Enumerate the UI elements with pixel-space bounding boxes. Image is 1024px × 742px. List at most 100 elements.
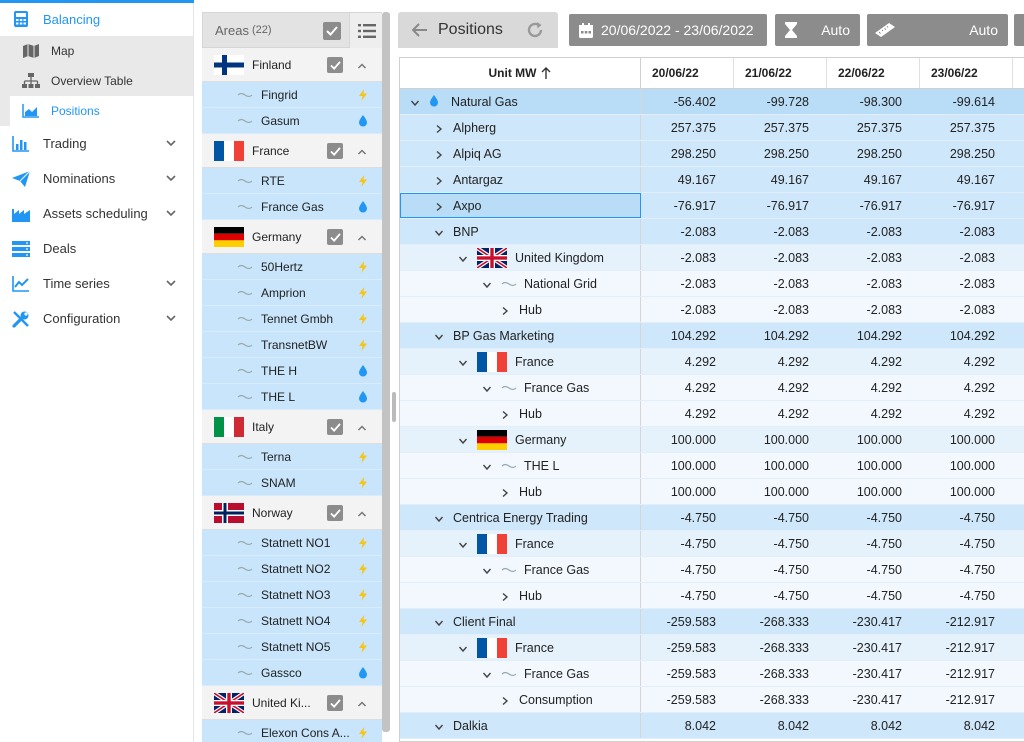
value-cell[interactable]: -4.750 [725, 505, 818, 530]
area-tso-item[interactable]: Statnett NO4 [202, 608, 382, 634]
date-column-header[interactable]: 23/06/22 [920, 58, 1013, 88]
row-label-cell[interactable]: Hub [400, 583, 641, 608]
value-cell[interactable]: 100.000 [818, 453, 911, 478]
row-label-cell[interactable]: France Gas [400, 375, 641, 400]
value-cell[interactable]: -230.417 [818, 661, 911, 686]
chevron-down-icon[interactable] [482, 669, 492, 679]
date-column-header[interactable]: 22/06/22 [827, 58, 920, 88]
table-row[interactable]: France 4.292 4.292 4.292 4.292 [400, 349, 1024, 375]
table-row[interactable]: Dalkia 8.042 8.042 8.042 8.042 [400, 713, 1024, 739]
value-cell[interactable]: -99.614 [911, 89, 1004, 114]
chevron-up-icon[interactable] [357, 232, 367, 242]
value-cell[interactable]: -98.300 [818, 89, 911, 114]
area-checkbox[interactable] [327, 57, 343, 73]
chevron-down-icon[interactable] [434, 331, 444, 341]
area-tso-item[interactable]: Amprion [202, 280, 382, 306]
chevron-down-icon[interactable] [482, 383, 492, 393]
value-cell[interactable]: 4.292 [818, 375, 911, 400]
row-label-cell[interactable]: BNP [400, 219, 641, 244]
value-cell[interactable]: 100.000 [641, 427, 725, 452]
value-cell[interactable]: 100.000 [725, 427, 818, 452]
value-cell[interactable]: -259.583 [641, 687, 725, 712]
date-column-header[interactable]: 21/06/22 [734, 58, 827, 88]
more-options-button[interactable] [1014, 14, 1024, 46]
area-tso-item[interactable]: Statnett NO2 [202, 556, 382, 582]
value-cell[interactable]: 100.000 [725, 479, 818, 504]
nav-item-nominations[interactable]: Nominations [0, 161, 193, 196]
area-country-uk[interactable]: United Ki... [202, 686, 382, 720]
value-cell[interactable]: 8.042 [641, 713, 725, 738]
chevron-right-icon[interactable] [500, 305, 510, 315]
chevron-down-icon[interactable] [434, 721, 444, 731]
panel-splitter[interactable] [392, 392, 396, 422]
chevron-right-icon[interactable] [434, 201, 444, 211]
value-cell[interactable]: -4.750 [725, 583, 818, 608]
row-label-cell[interactable]: France [400, 349, 641, 374]
value-cell[interactable]: -76.917 [911, 193, 1004, 218]
area-checkbox[interactable] [327, 229, 343, 245]
value-cell[interactable]: -4.750 [641, 583, 725, 608]
value-cell[interactable]: -4.750 [818, 505, 911, 530]
value-cell[interactable]: 257.375 [725, 115, 818, 140]
value-cell[interactable]: -4.750 [818, 557, 911, 582]
area-tso-item[interactable]: Fingrid [202, 82, 382, 108]
chevron-right-icon[interactable] [500, 591, 510, 601]
table-row[interactable]: France Gas 4.292 4.292 4.292 4.292 [400, 375, 1024, 401]
value-cell[interactable]: 8.042 [911, 713, 1004, 738]
value-cell[interactable]: -212.917 [911, 661, 1004, 686]
chevron-right-icon[interactable] [434, 123, 444, 133]
table-row[interactable]: Hub -4.750 -4.750 -4.750 -4.750 [400, 583, 1024, 609]
value-cell[interactable]: -230.417 [818, 609, 911, 634]
value-cell[interactable]: 49.167 [725, 167, 818, 192]
area-tso-item[interactable]: THE L [202, 384, 382, 410]
value-cell[interactable]: -2.083 [818, 271, 911, 296]
value-cell[interactable]: 257.375 [911, 115, 1004, 140]
area-country-norway[interactable]: Norway [202, 496, 382, 530]
row-label-cell[interactable]: United Kingdom [400, 245, 641, 270]
table-row[interactable]: France Gas -259.583 -268.333 -230.417 -212.9… [400, 661, 1024, 687]
area-tso-item[interactable]: Terna [202, 444, 382, 470]
chevron-up-icon[interactable] [357, 422, 367, 432]
area-tso-item[interactable]: Elexon Cons A... [202, 720, 382, 742]
value-cell[interactable]: -268.333 [725, 661, 818, 686]
area-tso-item[interactable]: France Gas [202, 194, 382, 220]
value-cell[interactable]: 8.042 [818, 713, 911, 738]
chevron-right-icon[interactable] [500, 487, 510, 497]
area-country-italy[interactable]: Italy [202, 410, 382, 444]
value-cell[interactable]: 4.292 [911, 349, 1004, 374]
chevron-down-icon[interactable] [458, 435, 468, 445]
table-row[interactable]: France Gas -4.750 -4.750 -4.750 -4.750 [400, 557, 1024, 583]
value-cell[interactable]: 104.292 [641, 323, 725, 348]
value-cell[interactable]: -76.917 [641, 193, 725, 218]
value-cell[interactable]: 8.042 [725, 713, 818, 738]
value-cell[interactable]: -268.333 [725, 609, 818, 634]
value-cell[interactable]: -4.750 [725, 557, 818, 582]
chevron-down-icon[interactable] [434, 227, 444, 237]
value-cell[interactable]: -2.083 [818, 219, 911, 244]
area-checkbox[interactable] [327, 419, 343, 435]
value-cell[interactable]: -2.083 [641, 297, 725, 322]
chevron-down-icon[interactable] [410, 97, 420, 107]
value-cell[interactable]: -2.083 [725, 245, 818, 270]
value-cell[interactable]: 4.292 [818, 349, 911, 374]
chevron-up-icon[interactable] [357, 60, 367, 70]
area-tso-item[interactable]: THE H [202, 358, 382, 384]
row-label-cell[interactable]: Consumption [400, 687, 641, 712]
area-tso-item[interactable]: 50Hertz [202, 254, 382, 280]
value-cell[interactable]: 100.000 [641, 479, 725, 504]
value-cell[interactable]: 4.292 [911, 401, 1004, 426]
area-country-germany[interactable]: Germany [202, 220, 382, 254]
back-arrow-icon[interactable] [412, 23, 428, 37]
chevron-down-icon[interactable] [434, 617, 444, 627]
value-cell[interactable]: -2.083 [911, 271, 1004, 296]
areas-scrollbar[interactable] [382, 12, 390, 742]
chevron-down-icon[interactable] [482, 461, 492, 471]
value-cell[interactable]: -4.750 [818, 583, 911, 608]
value-cell[interactable]: 298.250 [911, 141, 1004, 166]
value-cell[interactable]: -268.333 [725, 687, 818, 712]
value-cell[interactable]: 4.292 [818, 401, 911, 426]
table-row[interactable]: BNP -2.083 -2.083 -2.083 -2.083 [400, 219, 1024, 245]
nav-item-time-series[interactable]: Time series [0, 266, 193, 301]
area-tso-item[interactable]: Gasum [202, 108, 382, 134]
chevron-up-icon[interactable] [357, 146, 367, 156]
